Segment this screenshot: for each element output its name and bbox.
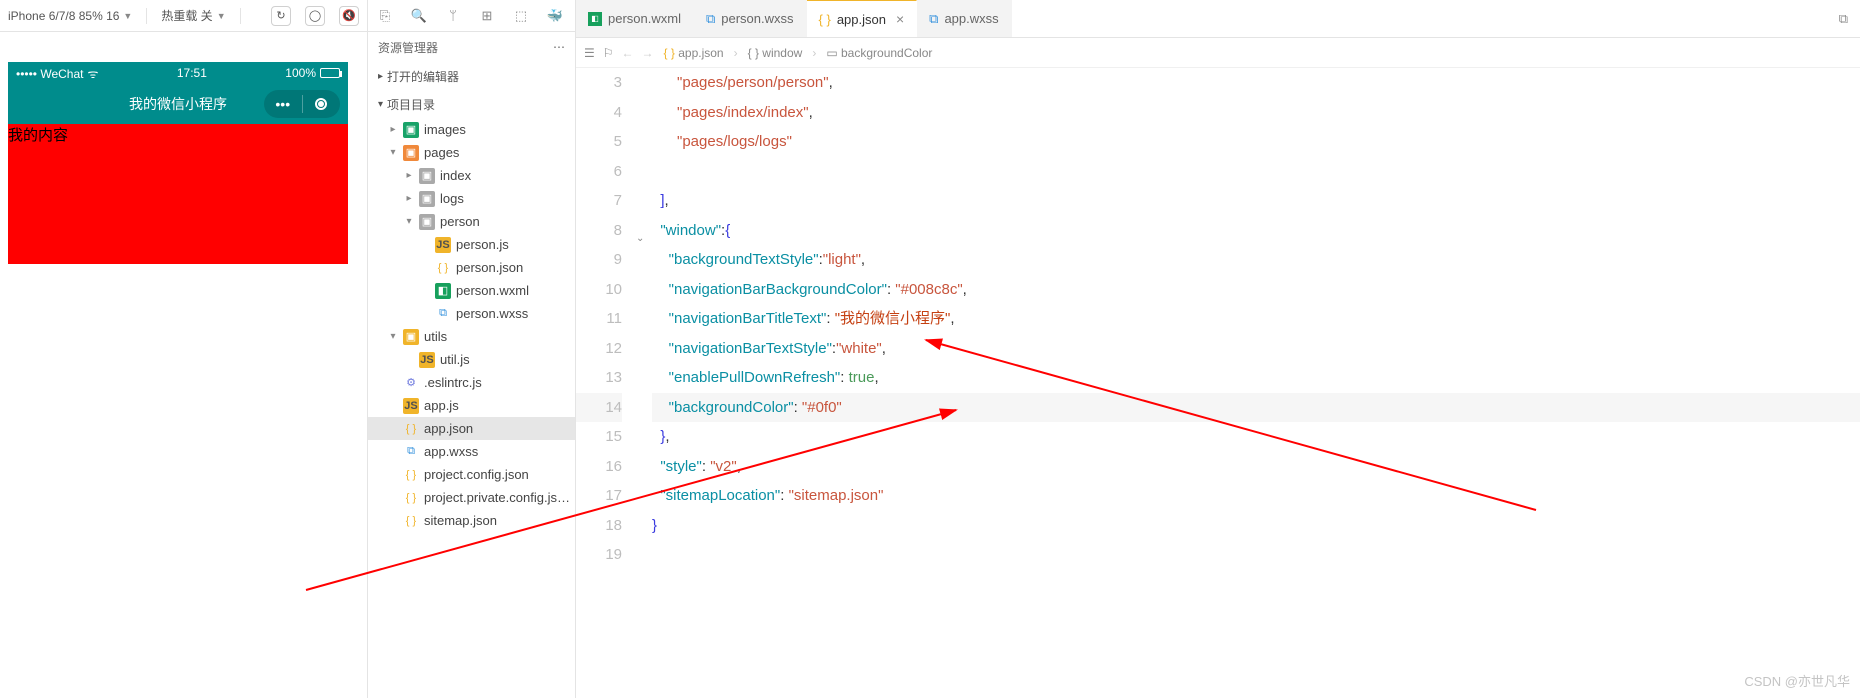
more-icon[interactable]: ⋯ [553,40,565,54]
folder-images[interactable]: ▸▣images [368,118,575,141]
file-eslintrc[interactable]: ⚙.eslintrc.js [368,371,575,394]
code-line[interactable]: "backgroundTextStyle":"light", [652,245,1860,275]
capsule-button[interactable]: ••• [264,90,340,118]
code-area[interactable]: 345678910111213141516171819 ⌄ "pages/per… [576,68,1860,698]
folder-pages[interactable]: ▾▣pages [368,141,575,164]
open-editors-section[interactable]: ▸打开的编辑器 [368,62,575,90]
code-line[interactable]: } [652,511,1860,541]
explorer-panel: ⎘ 🔍 ᛘ ⊞ ⬚ 🐳 资源管理器 ⋯ ▸打开的编辑器 ▾项目目录 ▸▣imag… [368,0,576,698]
folder-logs[interactable]: ▸▣logs [368,187,575,210]
nav-forward-icon[interactable]: → [642,46,654,60]
file-util-js[interactable]: JSutil.js [368,348,575,371]
phone-preview: ••••• WeChatᯤ 17:51 100% 我的微信小程序 ••• 我的内… [8,62,348,264]
close-tab-icon[interactable]: × [896,11,904,27]
list-icon[interactable]: ☰ [584,46,595,60]
hot-reload-toggle[interactable]: 热重载 关▼ [161,7,225,24]
status-bar: ••••• WeChatᯤ 17:51 100% [8,62,348,84]
code-line[interactable]: "navigationBarTitleText": "我的微信小程序", [652,304,1860,334]
tab-person-wxml[interactable]: ◧person.wxml [576,0,694,37]
file-person-wxss[interactable]: ⧉person.wxss [368,302,575,325]
code-line[interactable]: }, [652,422,1860,452]
status-time: 17:51 [98,66,285,80]
code-line[interactable] [652,540,1860,570]
bookmark-icon[interactable]: ⚐ [603,46,614,60]
nav-title: 我的微信小程序 [129,94,227,114]
code-line[interactable]: "window":{ [652,216,1860,246]
explorer-header: 资源管理器 ⋯ [368,32,575,62]
nav-bar: 我的微信小程序 ••• [8,84,348,124]
nav-back-icon[interactable]: ← [622,46,634,60]
code-line[interactable]: "sitemapLocation": "sitemap.json" [652,481,1860,511]
code-line[interactable]: "pages/person/person", [652,68,1860,98]
refresh-icon[interactable]: ↻ [271,6,291,26]
search-icon[interactable]: 🔍 [410,7,428,25]
file-person-json[interactable]: { }person.json [368,256,575,279]
files-icon[interactable]: ⎘ [376,7,394,25]
file-app-json[interactable]: { }app.json [368,417,575,440]
folder-person[interactable]: ▾▣person [368,210,575,233]
project-section[interactable]: ▾项目目录 [368,90,575,118]
file-sitemap[interactable]: { }sitemap.json [368,509,575,532]
whale-icon[interactable]: 🐳 [546,7,564,25]
code-line[interactable]: "backgroundColor": "#0f0" [652,393,1860,423]
docker-icon[interactable]: ⬚ [512,7,530,25]
device-selector[interactable]: iPhone 6/7/8 85% 16▼ [8,9,132,23]
stop-icon[interactable]: ◯ [305,6,325,26]
mute-icon[interactable]: 🔇 [339,6,359,26]
tab-person-wxss[interactable]: ⧉person.wxss [694,0,807,37]
file-project-private-config[interactable]: { }project.private.config.js… [368,486,575,509]
split-editor-icon[interactable]: ⧉ [1827,0,1860,37]
carrier-text: ••••• WeChatᯤ [16,65,98,82]
tab-app-wxss[interactable]: ⧉app.wxss [917,0,1012,37]
code-line[interactable]: "pages/logs/logs" [652,127,1860,157]
file-person-js[interactable]: JSperson.js [368,233,575,256]
editor-tabs: ◧person.wxml ⧉person.wxss { }app.json× ⧉… [576,0,1860,38]
editor-panel: ◧person.wxml ⧉person.wxss { }app.json× ⧉… [576,0,1860,698]
code-line[interactable]: "navigationBarTextStyle":"white", [652,334,1860,364]
activity-bar: ⎘ 🔍 ᛘ ⊞ ⬚ 🐳 [368,0,575,32]
page-content: 我的内容 [8,124,348,264]
tab-app-json[interactable]: { }app.json× [807,0,918,37]
code-line[interactable]: "style": "v2", [652,452,1860,482]
code-line[interactable]: ], [652,186,1860,216]
code-line[interactable]: "enablePullDownRefresh": true, [652,363,1860,393]
code-line[interactable]: "pages/index/index", [652,98,1860,128]
folder-index[interactable]: ▸▣index [368,164,575,187]
code-line[interactable] [652,157,1860,187]
branch-icon[interactable]: ᛘ [444,7,462,25]
capsule-menu-icon[interactable]: ••• [264,96,302,112]
watermark: CSDN @亦世凡华 [1744,671,1850,690]
file-project-config[interactable]: { }project.config.json [368,463,575,486]
battery-indicator: 100% [285,66,340,80]
capsule-close-icon[interactable] [303,98,341,110]
file-app-js[interactable]: JSapp.js [368,394,575,417]
breadcrumb: ☰ ⚐ ← → { } app.json › { } window › ▭ ba… [576,38,1860,68]
simulator-toolbar: iPhone 6/7/8 85% 16▼ 热重载 关▼ ↻ ◯ 🔇 [0,0,367,32]
extensions-icon[interactable]: ⊞ [478,7,496,25]
file-app-wxss[interactable]: ⧉app.wxss [368,440,575,463]
file-person-wxml[interactable]: ◧person.wxml [368,279,575,302]
simulator-panel: iPhone 6/7/8 85% 16▼ 热重载 关▼ ↻ ◯ 🔇 ••••• … [0,0,368,698]
folder-utils[interactable]: ▾▣utils [368,325,575,348]
code-line[interactable]: "navigationBarBackgroundColor": "#008c8c… [652,275,1860,305]
